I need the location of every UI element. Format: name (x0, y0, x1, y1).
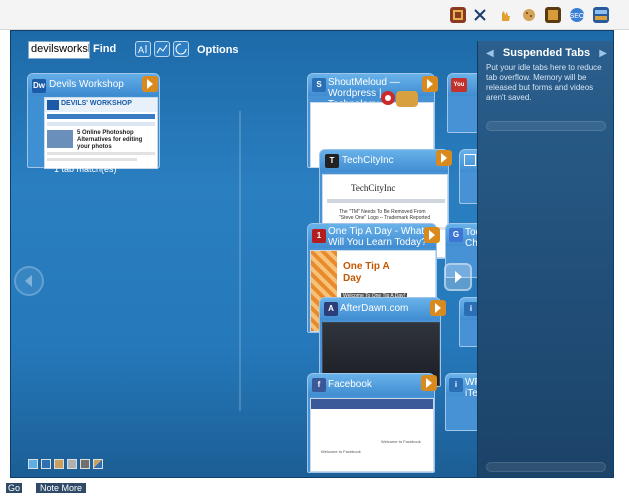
app-icon[interactable] (545, 7, 561, 23)
thumb-brand: One Tip A Day (343, 261, 390, 284)
google-favicon: G (449, 228, 463, 242)
theme-swatch-3[interactable] (54, 459, 64, 469)
theme-swatch-1[interactable] (28, 459, 38, 469)
panorama-icon[interactable] (593, 7, 609, 23)
theme-swatch-4[interactable] (67, 459, 77, 469)
tab-card-facebook[interactable]: f Facebook Welcome to Facebook Welcome t… (307, 373, 435, 473)
theme-swatch-6[interactable] (93, 459, 103, 469)
tab-title: One Tip A Day - What Will You Learn Toda… (328, 226, 427, 248)
itech-favicon: i (449, 378, 463, 392)
suspended-tabs-panel: ◀ Suspended Tabs ▶ Put your idle tabs he… (477, 41, 613, 477)
find-label: Find (93, 43, 117, 55)
next-arrow-icon[interactable]: ▶ (599, 48, 607, 59)
hand-icon[interactable] (497, 7, 513, 23)
thumb-article: The "TM" Needs To Be Removed From "Steve… (339, 209, 431, 221)
fb-welcome-left: Welcome to Facebook (321, 449, 361, 454)
scroll-left-button[interactable] (14, 266, 44, 296)
pin-marker-icon (381, 91, 418, 107)
tab-thumbnail[interactable]: Welcome to Facebook Welcome to Facebook (310, 398, 434, 472)
theme-swatch-2[interactable] (41, 459, 51, 469)
tab-title: Devils Workshop (49, 79, 124, 90)
tab-arrow-icon[interactable] (424, 227, 440, 243)
sort-chart-icon[interactable] (154, 41, 170, 57)
youtube-favicon: You (451, 78, 467, 92)
close-x-icon[interactable] (472, 7, 488, 23)
tab-arrow-icon[interactable] (436, 150, 452, 166)
suspended-scroll-down[interactable] (486, 462, 606, 472)
options-link[interactable]: Options (197, 44, 239, 56)
thumb-brand: DEVILS' WORKSHOP (61, 100, 132, 107)
refresh-icon[interactable] (173, 41, 189, 57)
tab-title: Facebook (328, 379, 372, 390)
browser-toolbar: SEO (0, 0, 629, 30)
group-divider (239, 111, 241, 411)
suspended-tabs-description: Put your idle tabs here to reduce tab ov… (486, 63, 602, 102)
seo-icon[interactable]: SEO (569, 7, 585, 23)
match-count: 1 tab match(es) (54, 164, 117, 174)
partial-favicon: i (464, 302, 478, 316)
tab-arrow-icon[interactable] (430, 300, 446, 316)
footer-right-text: Note More (36, 483, 87, 493)
thumb-brand: TechCityInc (351, 183, 396, 193)
devils-workshop-favicon: Dw (32, 79, 46, 93)
tab-group-matched[interactable]: Dw Devils Workshop DEVILS' WORKSHOP 5 On… (27, 73, 160, 169)
tab-title: TechCityInc (342, 155, 394, 166)
one-tip-a-day-favicon: 1 (312, 229, 326, 243)
facebook-favicon: f (312, 378, 326, 392)
svg-text:A: A (138, 45, 144, 55)
suspended-scroll-up[interactable] (486, 121, 606, 131)
find-input[interactable]: devilsworkshc (28, 41, 90, 59)
suspended-tabs-title: Suspended Tabs (502, 47, 591, 59)
footer-left-text: Go (6, 483, 23, 493)
afterdawn-favicon: A (324, 302, 338, 316)
tab-title: AfterDawn.com (340, 303, 409, 314)
tab-panorama-panel: devilsworkshc Find A Options Dw Devils W… (10, 30, 614, 478)
cookie-icon[interactable] (521, 7, 537, 23)
tab-thumbnail[interactable]: DEVILS' WORKSHOP 5 Online Photoshop Alte… (44, 97, 158, 169)
shoutmeloud-favicon: S (312, 78, 326, 92)
tab-arrow-icon[interactable] (422, 76, 438, 92)
thumb-article: 5 Online Photoshop Alternatives for edit… (77, 130, 143, 150)
svg-text:SEO: SEO (570, 13, 585, 20)
tab-arrow-icon[interactable] (421, 375, 437, 391)
tab-arrow-icon[interactable] (142, 76, 158, 92)
sort-az-icon[interactable]: A (135, 41, 151, 57)
fb-welcome-right: Welcome to Facebook (381, 439, 421, 444)
theme-swatch-5[interactable] (80, 459, 90, 469)
techcityinc-favicon: T (325, 154, 339, 168)
extension-icon[interactable] (450, 7, 466, 23)
scroll-right-button[interactable] (444, 263, 472, 291)
